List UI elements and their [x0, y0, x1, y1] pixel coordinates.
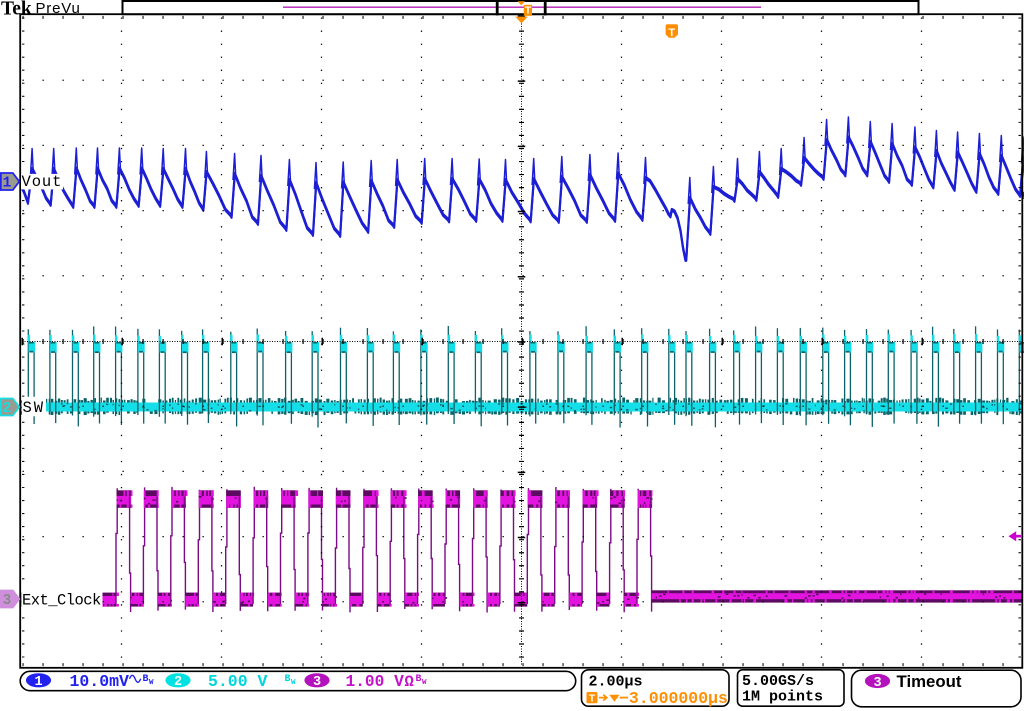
svg-text:Tek: Tek	[1, 0, 32, 20]
svg-text:1: 1	[34, 675, 42, 690]
svg-text:2.00µs: 2.00µs	[589, 674, 643, 691]
svg-text:1.00 V: 1.00 V	[346, 673, 405, 691]
svg-text:2: 2	[3, 401, 12, 417]
svg-text:5.00 V: 5.00 V	[208, 672, 268, 691]
svg-text:10.0mV: 10.0mV	[70, 672, 130, 691]
svg-text:−3.000000µs: −3.000000µs	[619, 689, 728, 708]
svg-text:1: 1	[3, 176, 12, 192]
svg-text:PreVu: PreVu	[36, 0, 81, 17]
svg-text:Timeout: Timeout	[897, 672, 962, 691]
svg-text:Vout: Vout	[22, 173, 63, 191]
svg-text:Ω: Ω	[405, 673, 414, 691]
svg-text:3: 3	[873, 676, 881, 691]
svg-text:3: 3	[313, 675, 321, 690]
svg-text:SW: SW	[23, 399, 46, 417]
svg-text:W: W	[422, 679, 427, 687]
svg-text:B: B	[143, 674, 149, 685]
svg-text:B: B	[285, 674, 291, 685]
svg-text:B: B	[416, 674, 422, 685]
svg-text:2: 2	[174, 675, 182, 690]
svg-text:1M points: 1M points	[742, 688, 823, 705]
svg-text:T: T	[525, 5, 532, 17]
svg-text:3: 3	[3, 593, 12, 609]
svg-text:T: T	[589, 693, 596, 705]
svg-text:T: T	[668, 27, 675, 39]
svg-text:W: W	[291, 679, 296, 687]
svg-text:Ext_Clock: Ext_Clock	[22, 592, 101, 610]
svg-text:W: W	[149, 679, 154, 687]
